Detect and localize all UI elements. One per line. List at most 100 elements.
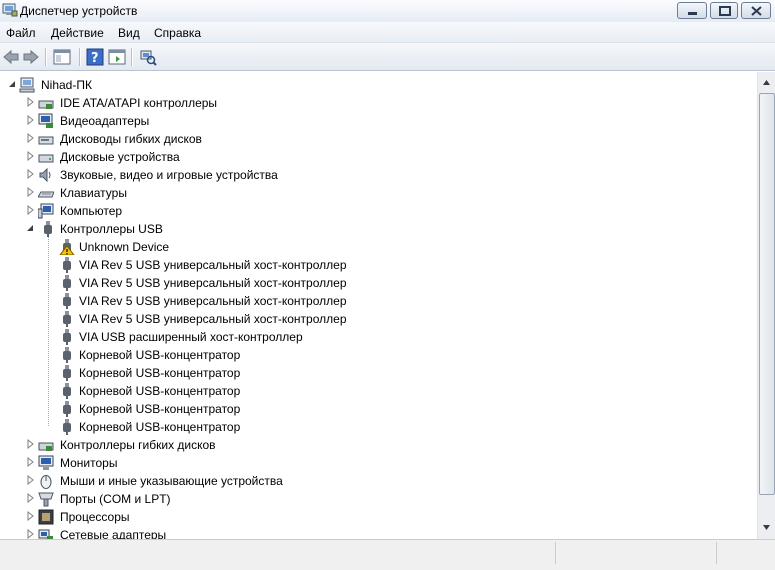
device-manager-icon: [2, 3, 18, 17]
tree-category[interactable]: Клавиатуры: [0, 184, 757, 202]
tree-category[interactable]: Процессоры: [0, 508, 757, 526]
device-label: Корневой USB-концентратор: [79, 420, 241, 434]
forward-icon[interactable]: [22, 48, 40, 66]
collapsed-arrow-icon[interactable]: [25, 115, 35, 125]
menu-help[interactable]: Справка: [154, 26, 201, 40]
collapsed-arrow-icon[interactable]: [25, 493, 35, 503]
category-label: Контроллеры USB: [60, 222, 163, 236]
collapsed-arrow-icon[interactable]: [25, 187, 35, 197]
usb-icon: [63, 383, 71, 399]
console-tree-icon[interactable]: [53, 48, 71, 66]
minimize-icon: [688, 12, 697, 15]
collapsed-arrow-icon[interactable]: [25, 97, 35, 107]
scan-hardware-icon[interactable]: [139, 48, 157, 66]
tree-category[interactable]: Дисководы гибких дисков: [0, 130, 757, 148]
device-label: Корневой USB-концентратор: [79, 366, 241, 380]
title-bar: Диспетчер устройств: [0, 0, 775, 22]
sound-icon: [39, 167, 51, 183]
collapsed-arrow-icon[interactable]: [25, 529, 35, 539]
port-icon: [38, 492, 54, 507]
usb-icon: [63, 401, 71, 417]
device-label: VIA Rev 5 USB универсальный хост-контрол…: [79, 294, 347, 308]
collapsed-arrow-icon[interactable]: [25, 133, 35, 143]
device-tree[interactable]: Nihad-ПК IDE ATA/ATAPI контроллеры Видео…: [0, 72, 757, 539]
device-label: Корневой USB-концентратор: [79, 348, 241, 362]
category-label: Порты (COM и LPT): [60, 492, 171, 506]
toolbar-separator: [45, 48, 47, 66]
tree-device[interactable]: VIA Rev 5 USB универсальный хост-контрол…: [0, 274, 757, 292]
tree-root[interactable]: Nihad-ПК: [0, 76, 757, 94]
tree-device[interactable]: Корневой USB-концентратор: [0, 382, 757, 400]
close-icon: [751, 6, 762, 16]
tree-device[interactable]: Корневой USB-концентратор: [0, 418, 757, 436]
floppy-drive-icon: [38, 136, 54, 145]
menu-file[interactable]: Файл: [6, 26, 36, 40]
expanded-arrow-icon[interactable]: [25, 223, 35, 233]
device-label: VIA Rev 5 USB универсальный хост-контрол…: [79, 312, 347, 326]
scroll-up-icon[interactable]: [759, 74, 774, 91]
tree-category[interactable]: Дисковые устройства: [0, 148, 757, 166]
category-label: Звуковые, видео и игровые устройства: [60, 168, 278, 182]
collapsed-arrow-icon[interactable]: [25, 169, 35, 179]
warning-usb-icon: [59, 239, 75, 255]
tree-device[interactable]: Unknown Device: [0, 238, 757, 256]
category-label: Сетевые адаптеры: [60, 528, 167, 539]
close-button[interactable]: [741, 2, 771, 19]
vertical-scrollbar[interactable]: [757, 72, 775, 539]
collapsed-arrow-icon[interactable]: [25, 205, 35, 215]
toolbar: ?: [0, 43, 775, 71]
category-label: Дисководы гибких дисков: [60, 132, 202, 146]
device-label: Корневой USB-концентратор: [79, 402, 241, 416]
maximize-icon: [719, 6, 731, 16]
tree-category[interactable]: Видеоадаптеры: [0, 112, 757, 130]
properties-icon[interactable]: [108, 48, 126, 66]
tree-category[interactable]: Мониторы: [0, 454, 757, 472]
tree-device[interactable]: VIA USB расширенный хост-контроллер: [0, 328, 757, 346]
collapsed-arrow-icon[interactable]: [25, 457, 35, 467]
maximize-button[interactable]: [710, 2, 738, 19]
usb-icon: [63, 419, 71, 435]
scroll-down-icon[interactable]: [759, 519, 774, 536]
floppy-controller-icon: [38, 442, 54, 451]
tree-device[interactable]: Корневой USB-концентратор: [0, 346, 757, 364]
toolbar-separator: [131, 48, 133, 66]
collapsed-arrow-icon[interactable]: [25, 151, 35, 161]
expanded-arrow-icon[interactable]: [7, 79, 17, 89]
back-icon[interactable]: [2, 48, 20, 66]
scrollbar-thumb[interactable]: [759, 93, 775, 495]
tree-device[interactable]: Корневой USB-концентратор: [0, 400, 757, 418]
category-label: IDE ATA/ATAPI контроллеры: [60, 96, 218, 110]
collapsed-arrow-icon[interactable]: [25, 439, 35, 449]
status-pane: [0, 542, 556, 564]
tree-device[interactable]: VIA Rev 5 USB универсальный хост-контрол…: [0, 256, 757, 274]
tree-category[interactable]: Мыши и иные указывающие устройства: [0, 472, 757, 490]
tree-category[interactable]: Сетевые адаптеры: [0, 526, 757, 539]
category-label: Мониторы: [60, 456, 118, 470]
tree-category[interactable]: IDE ATA/ATAPI контроллеры: [0, 94, 757, 112]
disk-drive-icon: [38, 154, 54, 163]
tree-device[interactable]: VIA Rev 5 USB универсальный хост-контрол…: [0, 292, 757, 310]
device-label: VIA Rev 5 USB универсальный хост-контрол…: [79, 258, 347, 272]
computer-icon: [38, 203, 54, 219]
menu-bar: Файл Действие Вид Справка: [0, 22, 775, 43]
menu-action[interactable]: Действие: [51, 26, 104, 40]
mouse-icon: [40, 475, 52, 489]
tree-category-usb[interactable]: Контроллеры USB: [0, 220, 757, 238]
tree-category[interactable]: Порты (COM и LPT): [0, 490, 757, 508]
tree-category[interactable]: Компьютер: [0, 202, 757, 220]
help-icon[interactable]: ?: [86, 48, 104, 66]
collapsed-arrow-icon[interactable]: [25, 475, 35, 485]
minimize-button[interactable]: [677, 2, 707, 19]
menu-view[interactable]: Вид: [118, 26, 140, 40]
category-label: Мыши и иные указывающие устройства: [60, 474, 283, 488]
tree-device[interactable]: Корневой USB-концентратор: [0, 364, 757, 382]
tree-category[interactable]: Контроллеры гибких дисков: [0, 436, 757, 454]
tree-device[interactable]: VIA Rev 5 USB универсальный хост-контрол…: [0, 310, 757, 328]
category-label: Дисковые устройства: [60, 150, 180, 164]
usb-icon: [63, 275, 71, 291]
processor-icon: [38, 509, 54, 525]
collapsed-arrow-icon[interactable]: [25, 511, 35, 521]
tree-category[interactable]: Звуковые, видео и игровые устройства: [0, 166, 757, 184]
computer-icon: [19, 77, 35, 93]
category-label: Клавиатуры: [60, 186, 127, 200]
